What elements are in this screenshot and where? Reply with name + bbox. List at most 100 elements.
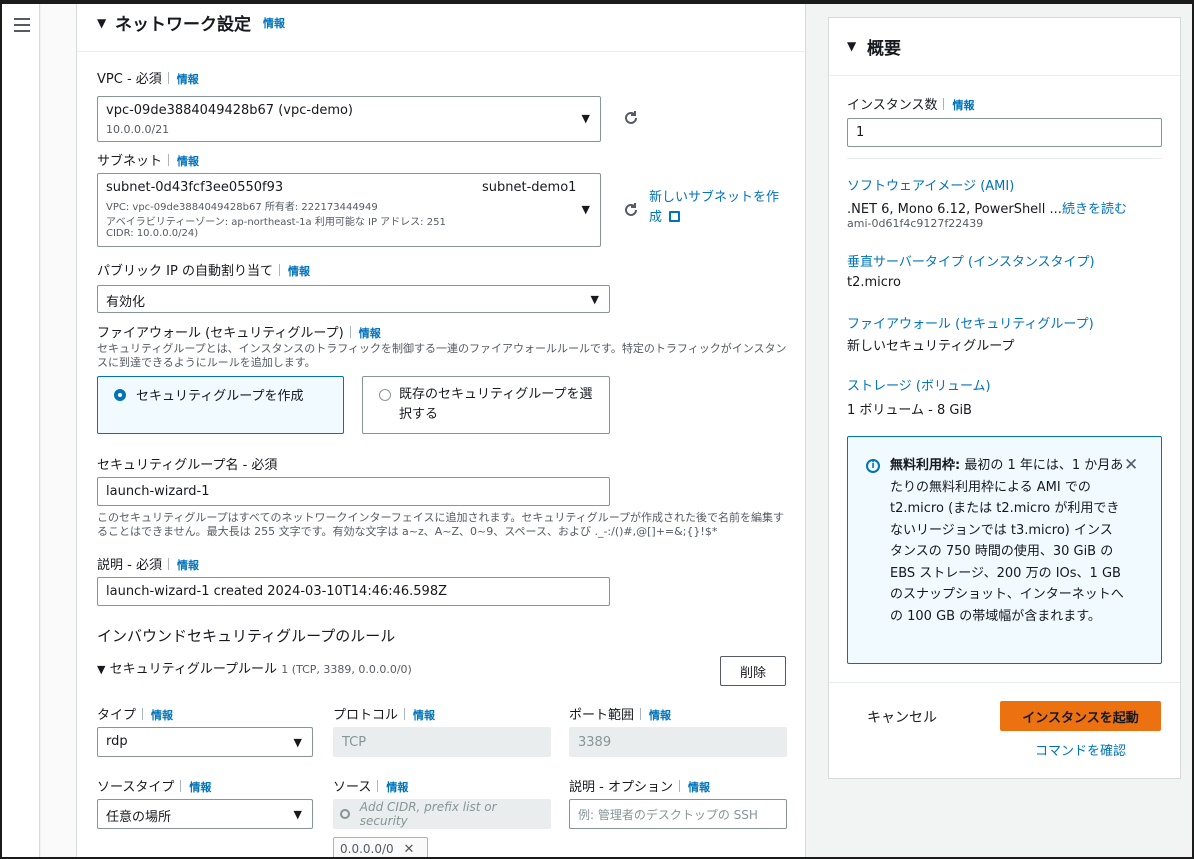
public-ip-label: パブリック IP の自動割り当て 情報: [97, 264, 310, 279]
rule-meta: 1 (TCP, 3389, 0.0.0.0/0): [281, 663, 412, 676]
instance-type-value: t2.micro: [847, 275, 901, 290]
port-range-input: 3389: [569, 727, 787, 757]
firewall-link[interactable]: ファイアウォール (セキュリティグループ): [847, 313, 1094, 332]
source-token-value: 0.0.0.0/0: [340, 842, 394, 856]
subnet-detail-cidr: CIDR: 10.0.0.0/24): [106, 228, 199, 239]
new-subnet-link[interactable]: 新しいサブネットを作成: [649, 188, 789, 228]
source-info-link[interactable]: 情報: [386, 781, 408, 794]
subnet-name: subnet-demo1: [482, 180, 577, 195]
sg-name-value: launch-wizard-1: [106, 484, 210, 499]
instance-count-value: 1: [856, 125, 865, 140]
gutter: [41, 4, 76, 859]
radio-existing-security-group[interactable]: 既存のセキュリティグループを選択する: [362, 376, 610, 434]
protocol-info-link[interactable]: 情報: [413, 709, 435, 722]
port-range-info-link[interactable]: 情報: [649, 709, 671, 722]
vpc-info-link[interactable]: 情報: [177, 73, 199, 86]
chevron-down-icon: ▼: [293, 736, 302, 749]
rule-type-value: rdp: [106, 734, 128, 749]
port-range-value: 3389: [578, 734, 612, 750]
instance-count-label: インスタンス数 情報: [847, 98, 975, 113]
launch-instance-button[interactable]: インスタンスを起動: [1000, 701, 1161, 731]
review-commands-link[interactable]: コマンドを確認: [1035, 740, 1126, 759]
summary-header[interactable]: ▼ 概要: [829, 18, 1180, 76]
source-type-info-link[interactable]: 情報: [189, 781, 211, 794]
subnet-info-link[interactable]: 情報: [177, 155, 199, 168]
inbound-rules-title: インバウンドセキュリティグループのルール: [97, 627, 396, 645]
protocol-value: TCP: [342, 734, 367, 750]
vpc-select[interactable]: vpc-09de3884049428b67 (vpc-demo) 10.0.0.…: [97, 96, 601, 142]
type-label: タイプ 情報: [97, 708, 174, 723]
storage-value: 1 ボリューム - 8 GiB: [847, 403, 972, 418]
radio-create-label: セキュリティグループを作成: [136, 389, 304, 404]
rule-header[interactable]: ▼ セキュリティグループルール 1 (TCP, 3389, 0.0.0.0/0): [97, 658, 412, 677]
firewall-value: 新しいセキュリティグループ: [847, 339, 1015, 354]
firewall-info-link[interactable]: 情報: [359, 327, 381, 340]
left-rail: [2, 4, 40, 859]
section-title: ネットワーク設定: [115, 15, 251, 35]
ami-value: .NET 6, Mono 6.12, PowerShell ...続きを読む: [847, 202, 1127, 217]
description-input[interactable]: launch-wizard-1 created 2024-03-10T14:46…: [97, 577, 610, 606]
collapse-caret-icon[interactable]: ▼: [97, 16, 106, 30]
free-tier-alert: i 無料利用枠: 最初の 1 年には、1 か月あたりの無料利用枠による AMI …: [847, 436, 1162, 664]
storage-link[interactable]: ストレージ (ボリューム): [847, 375, 991, 394]
public-ip-value: 有効化: [106, 295, 146, 310]
collapse-caret-icon[interactable]: ▼: [97, 663, 105, 676]
cancel-button[interactable]: キャンセル: [867, 707, 937, 727]
network-settings-panel: ▼ ネットワーク設定 情報 VPC - 必須 情報 vpc-09de3884049…: [76, 4, 807, 859]
public-ip-info-link[interactable]: 情報: [288, 265, 310, 278]
public-ip-select[interactable]: 有効化 ▼: [97, 285, 610, 313]
network-settings-header[interactable]: ▼ ネットワーク設定 情報: [77, 4, 807, 52]
vpc-cidr: 10.0.0.0/21: [106, 123, 170, 136]
subnet-select[interactable]: subnet-0d43fcf3ee0550f93 subnet-demo1 VP…: [97, 173, 601, 247]
source-placeholder: Add CIDR, prefix list or security: [359, 800, 497, 828]
divider: [829, 682, 1180, 683]
read-more-link[interactable]: 続きを読む: [1062, 202, 1127, 217]
source-input[interactable]: Add CIDR, prefix list or security: [333, 799, 551, 829]
subnet-detail-vpc: VPC: vpc-09de3884049428b67 所有者: 22217344…: [106, 202, 378, 213]
ami-link[interactable]: ソフトウェアイメージ (AMI): [847, 175, 1014, 194]
rule-description-info-link[interactable]: 情報: [688, 781, 710, 794]
chevron-down-icon: ▼: [581, 112, 590, 125]
vpc-label: VPC - 必須 情報: [97, 72, 199, 87]
instance-count-info-link[interactable]: 情報: [952, 99, 974, 112]
source-type-value: 任意の場所: [106, 810, 172, 825]
chevron-down-icon: ▼: [590, 293, 599, 306]
protocol-label: プロトコル 情報: [333, 708, 436, 723]
refresh-icon[interactable]: [623, 202, 639, 218]
chevron-down-icon: ▼: [293, 808, 302, 821]
rule-type-select[interactable]: rdp ▼: [97, 727, 313, 757]
chevron-down-icon: ▼: [581, 203, 590, 216]
close-icon[interactable]: ✕: [1124, 455, 1138, 475]
summary-panel: ▼ 概要 インスタンス数 情報 1 ソフトウェアイメージ (AMI) .NET 6…: [828, 17, 1181, 779]
free-tier-text: 無料利用枠: 最初の 1 年には、1 か月あたりの無料利用枠による AMI での…: [890, 458, 1124, 624]
source-type-select[interactable]: 任意の場所 ▼: [97, 799, 313, 829]
type-info-link[interactable]: 情報: [151, 709, 173, 722]
vpc-value: vpc-09de3884049428b67 (vpc-demo): [106, 103, 354, 118]
radio-existing-label: 既存のセキュリティグループを選択する: [399, 387, 593, 422]
info-link[interactable]: 情報: [263, 15, 285, 31]
refresh-icon[interactable]: [623, 110, 639, 126]
summary-title: 概要: [867, 39, 901, 59]
sg-name-label: セキュリティグループ名 - 必須: [97, 458, 278, 473]
menu-icon[interactable]: [14, 18, 30, 32]
rule-description-label: 説明 - オプション 情報: [569, 780, 710, 795]
radio-create-security-group[interactable]: セキュリティグループを作成: [97, 376, 344, 434]
instance-count-input[interactable]: 1: [847, 118, 1162, 147]
search-icon: [340, 809, 350, 819]
subnet-detail-az: アベイラビリティーゾーン: ap-northeast-1a 利用可能な IP ア…: [106, 217, 446, 228]
rule-description-input[interactable]: 例: 管理者のデスクトップの SSH: [569, 799, 787, 829]
source-type-label: ソースタイプ 情報: [97, 780, 212, 795]
rule-title: セキュリティグループルール: [109, 662, 278, 677]
delete-rule-button[interactable]: 削除: [720, 656, 786, 686]
instance-type-link[interactable]: 垂直サーバータイプ (インスタンスタイプ): [847, 251, 1095, 270]
source-label: ソース 情報: [333, 780, 409, 795]
collapse-caret-icon[interactable]: ▼: [847, 39, 856, 53]
close-icon[interactable]: ✕: [404, 842, 415, 857]
external-link-icon: [669, 211, 681, 222]
radio-selected-icon: [114, 389, 126, 401]
sg-name-input[interactable]: launch-wizard-1: [97, 477, 610, 506]
description-info-link[interactable]: 情報: [177, 559, 199, 572]
firewall-label: ファイアウォール (セキュリティグループ) 情報: [97, 326, 381, 341]
info-circle-icon: i: [866, 459, 880, 473]
rule-description-placeholder: 例: 管理者のデスクトップの SSH: [578, 807, 758, 822]
